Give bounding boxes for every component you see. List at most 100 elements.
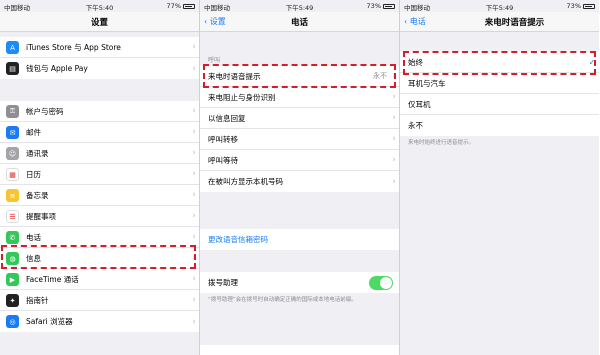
battery-percent: 73% [566,2,581,10]
option-label: 仅耳机 [408,99,431,109]
row-label: 更改语音信箱密码 [208,235,268,244]
chevron-right-icon: › [192,295,196,305]
battery-percent: 73% [366,2,381,10]
battery-icon [383,3,395,9]
settings-item-messages[interactable]: ◍ 信息 › [0,248,199,269]
option-headphones-car[interactable]: 耳机与汽车 [400,73,599,94]
call-option-show-caller-id[interactable]: 在被叫方显示本机号码 › [200,171,399,192]
settings-item-compass[interactable]: ✦ 指南针 › [0,290,199,311]
nav-bar: ‹ 电话 来电时语音提示 [400,12,599,32]
chevron-right-icon: › [192,42,196,52]
chevron-right-icon: › [192,274,196,284]
compass-icon: ✦ [6,294,19,307]
option-always[interactable]: 始终 ✓ [400,52,599,73]
row-label: 呼叫转移 [208,134,238,144]
row-label: 来电阻止与身份识别 [208,92,276,102]
chevron-right-icon: › [192,148,196,158]
page-title: 设置 [90,18,108,28]
option-label: 耳机与汽车 [408,78,446,88]
back-button-label: 电话 [409,17,426,26]
nav-bar: 设置 [0,12,199,32]
settings-item-calendar[interactable]: ▦ 日历 › [0,164,199,185]
mail-icon: ✉ [6,126,19,139]
chevron-right-icon: › [392,134,396,144]
back-button[interactable]: ‹ 电话 [404,16,426,27]
dial-assist-row: 拨号助理 [200,272,399,293]
settings-item-facetime[interactable]: ▶ FaceTime 通话 › [0,269,199,290]
row-label: 以信息回复 [208,113,246,123]
settings-item-safari[interactable]: ◎ Safari 浏览器 › [0,311,199,332]
phone-icon: ✆ [6,231,19,244]
dial-assist-toggle[interactable] [369,275,393,290]
chevron-right-icon: › [392,113,396,123]
settings-item-label: Safari 浏览器 [26,317,73,326]
call-option-waiting[interactable]: 呼叫等待 › [200,150,399,171]
chevron-right-icon: › [192,253,196,263]
nav-bar: ‹ 设置 电话 [200,12,399,32]
chevron-right-icon: › [192,127,196,137]
chevron-right-icon: › [192,211,196,221]
messages-icon: ◍ [6,252,19,265]
status-bar: 中国移动 下午5:49 73% [400,0,599,12]
announce-calls-panel: 中国移动 下午5:49 73% ‹ 电话 来电时语音提示 始终 ✓ 耳机与汽车 … [400,0,599,355]
call-option-forwarding[interactable]: 呼叫转移 › [200,129,399,150]
wallet-icon: ▤ [6,62,19,75]
calendar-icon: ▦ [6,168,19,181]
app-store-icon: A [6,41,19,54]
change-voicemail-password-link[interactable]: 更改语音信箱密码 [200,229,399,250]
chevron-right-icon: › [192,190,196,200]
battery-icon [183,3,195,9]
battery-indicator: 77% [167,2,195,10]
settings-item-label: 日历 [26,169,41,179]
option-headphones-only[interactable]: 仅耳机 [400,94,599,115]
call-option-reply-message[interactable]: 以信息回复 › [200,108,399,129]
settings-item-reminders[interactable]: ☰ 提醒事项 › [0,206,199,227]
reminders-icon: ☰ [6,210,19,223]
option-label: 始终 [408,57,423,67]
status-bar: 中国移动 下午5:49 73% [200,0,399,12]
section-header-calls: 呼叫 [208,57,221,64]
chevron-right-icon: › [192,232,196,242]
settings-item-wallet[interactable]: ▤ 钱包与 Apple Pay › [0,58,199,79]
battery-percent: 77% [166,2,181,10]
call-option-blocking[interactable]: 来电阻止与身份识别 › [200,87,399,108]
settings-item-notes[interactable]: ≡ 备忘录 › [0,185,199,206]
settings-item-accounts[interactable]: ⚿ 帐户与密码 › [0,101,199,122]
settings-item-label: 通讯录 [26,148,49,158]
settings-item-mail[interactable]: ✉ 邮件 › [0,122,199,143]
chevron-right-icon: › [192,63,196,74]
settings-item-itunes[interactable]: A iTunes Store 与 App Store › [0,37,199,58]
chevron-left-icon: ‹ [404,17,408,26]
settings-item-label: 备忘录 [26,190,49,200]
settings-item-label: 电话 [26,232,41,242]
chevron-right-icon: › [192,316,196,327]
chevron-right-icon: › [392,92,396,102]
settings-item-label: FaceTime 通话 [26,274,79,284]
dial-assist-footer: “拨号助理”会在拨号时自动确定正确的国际或本地电话前缀。 [208,297,357,303]
key-icon: ⚿ [6,105,19,118]
battery-indicator: 73% [367,2,395,10]
settings-group-store: A iTunes Store 与 App Store › ▤ 钱包与 Apple… [0,37,199,79]
chevron-right-icon: › [192,169,196,179]
settings-item-contacts[interactable]: ☺ 通讯录 › [0,143,199,164]
chevron-right-icon: › [192,106,196,116]
calls-group: 来电时语音提示 永不 › 来电阻止与身份识别 › 以信息回复 › 呼叫转移 › … [200,66,399,192]
call-option-announce-calls[interactable]: 来电时语音提示 永不 › [200,66,399,87]
settings-item-phone[interactable]: ✆ 电话 › [0,227,199,248]
row-label: 呼叫等待 [208,155,238,165]
settings-item-label: 信息 [26,253,41,263]
settings-panel: 中国移动 下午5:40 77% 设置 A iTunes Store 与 App … [0,0,199,355]
chevron-right-icon: › [392,71,396,81]
settings-item-label: 提醒事项 [26,211,56,221]
status-bar: 中国移动 下午5:40 77% [0,0,199,12]
row-label: 拨号助理 [208,278,238,287]
announce-options-group: 始终 ✓ 耳机与汽车 仅耳机 永不 [400,52,599,136]
option-never[interactable]: 永不 [400,115,599,136]
voicemail-group: 更改语音信箱密码 [200,229,399,250]
chevron-right-icon: › [392,176,396,187]
battery-indicator: 73% [567,2,595,10]
battery-icon [583,3,595,9]
page-title: 电话 [290,18,308,28]
phone-settings-panel: 中国移动 下午5:49 73% ‹ 设置 电话 呼叫 来电时语音提示 永不 › … [200,0,399,355]
facetime-icon: ▶ [6,273,19,286]
